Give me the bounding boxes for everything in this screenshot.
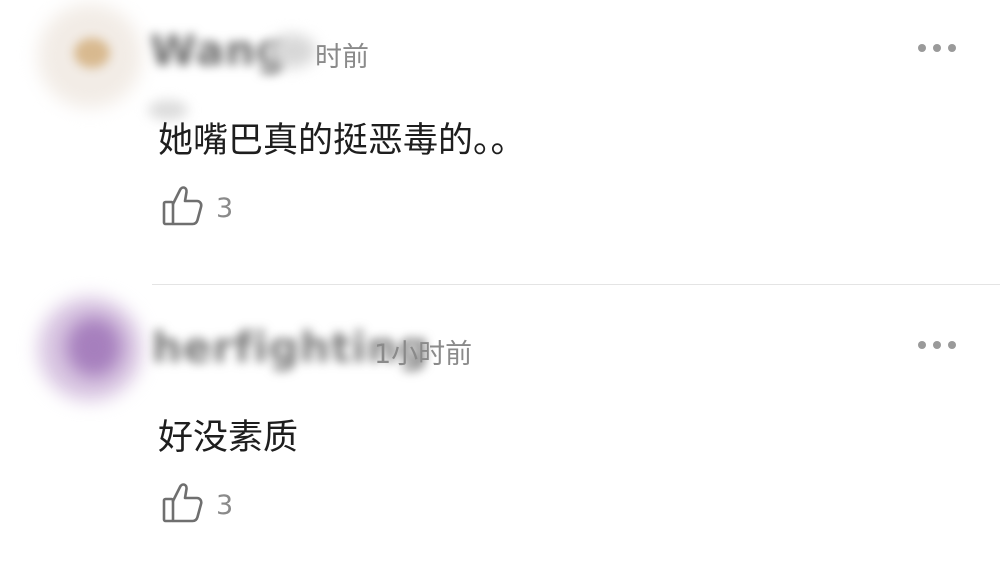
more-dots-icon bbox=[918, 44, 926, 52]
timestamp: 时前 bbox=[315, 42, 369, 73]
comment-item: herfighting 1小时前 好没素质 3 bbox=[0, 285, 1000, 561]
username[interactable]: Wang bbox=[150, 26, 287, 75]
avatar-detail bbox=[74, 38, 110, 68]
thumbs-up-icon bbox=[162, 483, 203, 523]
timestamp: 1小时前 bbox=[374, 339, 473, 370]
avatar-detail bbox=[66, 317, 122, 377]
like-count: 3 bbox=[216, 490, 234, 521]
comment-item: Wang 时前 她嘴巴真的挺恶毒的。。 3 bbox=[0, 0, 1000, 284]
like-button[interactable] bbox=[160, 481, 204, 525]
comment-text: 她嘴巴真的挺恶毒的。。 bbox=[158, 121, 526, 161]
more-options-button[interactable] bbox=[918, 44, 958, 54]
comment-text: 好没素质 bbox=[158, 418, 299, 458]
more-options-button[interactable] bbox=[918, 341, 958, 351]
like-count: 3 bbox=[216, 193, 234, 224]
more-dots-icon bbox=[918, 341, 926, 349]
thumbs-up-icon bbox=[162, 186, 203, 226]
username-blur-overlay bbox=[268, 34, 316, 68]
like-button[interactable] bbox=[160, 184, 204, 228]
